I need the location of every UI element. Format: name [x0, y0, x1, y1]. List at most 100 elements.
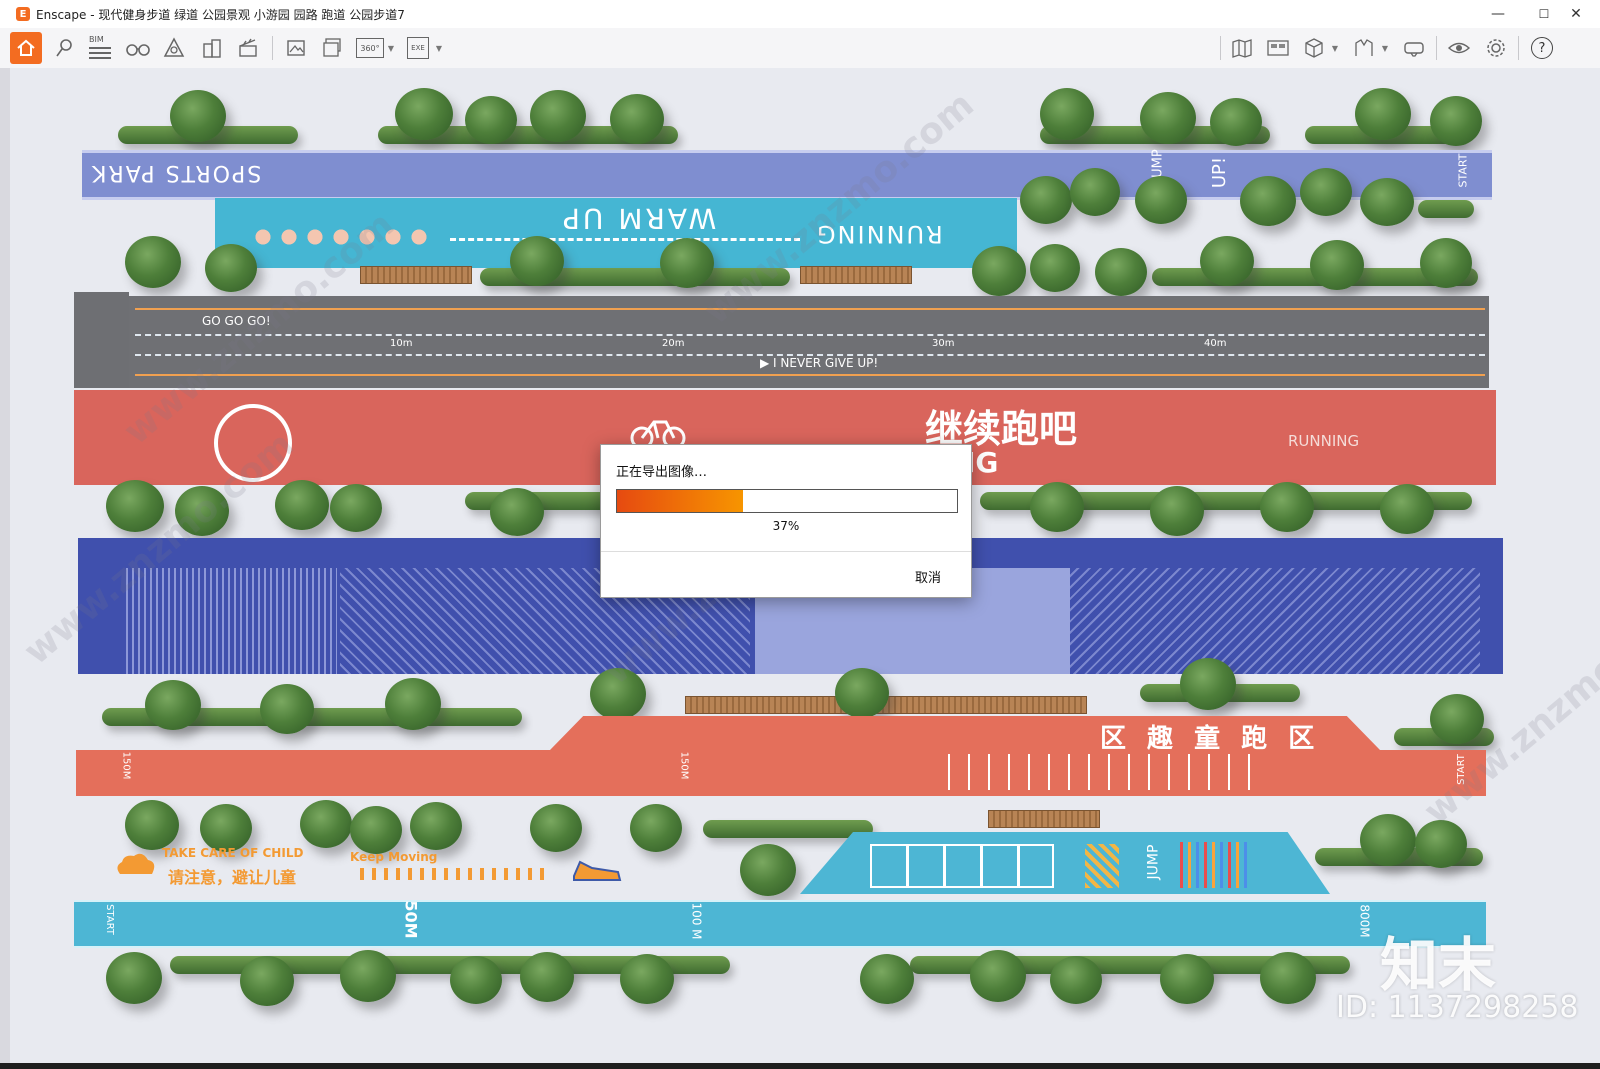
- vr-headset-icon[interactable]: [1398, 32, 1430, 64]
- distance-30m: 30m: [932, 338, 955, 349]
- chevron-down-icon[interactable]: ▼: [1332, 44, 1338, 53]
- material-icon[interactable]: ▼: [1348, 32, 1388, 64]
- tree: [1420, 238, 1472, 288]
- tree: [630, 804, 682, 852]
- tree: [1030, 244, 1080, 292]
- minimize-button[interactable]: —: [1475, 0, 1521, 28]
- lane-line: [135, 334, 1485, 336]
- tree: [1430, 96, 1482, 146]
- tree: [240, 956, 294, 1006]
- bottom-edge-strip: [0, 1063, 1600, 1069]
- chevron-down-icon[interactable]: ▼: [388, 44, 394, 53]
- export-progress-dialog: 正在导出图像… 37% 取消: [600, 444, 972, 598]
- tree: [1095, 248, 1147, 296]
- tree: [1150, 486, 1204, 536]
- keep-moving-text: Keep Moving: [350, 850, 438, 864]
- batch-render-icon[interactable]: [316, 32, 348, 64]
- dialog-message: 正在导出图像…: [616, 465, 708, 480]
- tree: [350, 806, 402, 854]
- tree: [1200, 236, 1254, 286]
- cancel-button[interactable]: 取消: [915, 567, 941, 586]
- tree: [1020, 176, 1072, 224]
- tree: [410, 802, 462, 850]
- bim-icon[interactable]: BIM: [84, 32, 116, 64]
- asphalt-end-block: [74, 292, 129, 388]
- start-text: START: [1456, 153, 1470, 188]
- tree: [1355, 88, 1411, 140]
- bench: [800, 266, 912, 284]
- image-id-text: ID: 1137298258: [1336, 990, 1579, 1025]
- tree: [1160, 954, 1214, 1004]
- tree: [1140, 92, 1196, 144]
- toolbar-separator: [272, 36, 273, 60]
- warm-up-dash-line: [450, 238, 800, 241]
- tree: [1360, 814, 1416, 866]
- tree: [530, 804, 582, 852]
- render-image-icon[interactable]: [280, 32, 312, 64]
- binoculars-icon[interactable]: [122, 32, 154, 64]
- never-give-up-text: ▶ I NEVER GIVE UP!: [760, 356, 879, 370]
- tree: [835, 668, 889, 718]
- tree: [465, 96, 517, 144]
- buildings-icon[interactable]: [196, 32, 228, 64]
- tree: [660, 238, 714, 288]
- tree: [972, 246, 1026, 296]
- toolbar-separator: [1436, 36, 1437, 60]
- tree: [740, 844, 796, 896]
- help-icon[interactable]: ?: [1526, 32, 1558, 64]
- tree: [610, 94, 664, 144]
- orange-running-lane: [76, 750, 1486, 796]
- start-left-text: START: [103, 904, 115, 935]
- tree: [170, 90, 226, 142]
- distance-40m: 40m: [1204, 338, 1227, 349]
- map-icon[interactable]: [1226, 32, 1258, 64]
- settings-icon[interactable]: [1480, 32, 1512, 64]
- home-icon[interactable]: [10, 32, 42, 64]
- main-toolbar: BIM 360° ▼ EXE ▼ ︿ ▼: [0, 28, 1600, 97]
- tree: [330, 484, 382, 532]
- tree: [260, 684, 314, 734]
- hedge: [1418, 200, 1474, 218]
- tree: [1070, 168, 1120, 216]
- warm-up-text: WARM UP: [560, 202, 717, 235]
- cube-icon[interactable]: ▼: [1298, 32, 1338, 64]
- tree: [1260, 482, 1314, 532]
- tree: [1360, 178, 1414, 226]
- sports-park-text: SPORTS PARK: [90, 160, 262, 185]
- close-button[interactable]: ✕: [1554, 0, 1598, 28]
- tree: [106, 952, 162, 1004]
- tree: [395, 88, 453, 140]
- up-text: UP!: [1209, 156, 1231, 189]
- tree: [1210, 98, 1262, 146]
- toolbar-separator: [1518, 36, 1519, 60]
- chevron-down-icon[interactable]: ▼: [436, 44, 442, 53]
- sneaker-icon: [572, 858, 622, 882]
- chevron-down-icon[interactable]: ▼: [1382, 44, 1388, 53]
- tree: [1380, 484, 1434, 534]
- clapperboard-icon[interactable]: [232, 32, 264, 64]
- jump-zone-text: JUMP: [1145, 844, 1162, 880]
- distance-800m: 800M: [1357, 904, 1372, 938]
- tree: [385, 678, 441, 730]
- tree: [1310, 240, 1364, 290]
- cloud-icon: [114, 852, 158, 878]
- rainbow-stripes: [1180, 842, 1250, 888]
- export-exe-icon[interactable]: EXE ▼: [402, 32, 442, 64]
- location-pin-icon[interactable]: [48, 32, 80, 64]
- tree: [200, 804, 252, 852]
- tree: [510, 236, 564, 286]
- title-bar: E Enscape - 现代健身步道 绿道 公园景观 小游园 园路 跑道 公园步…: [0, 0, 1600, 28]
- tree: [1040, 88, 1094, 140]
- eye-icon[interactable]: [1443, 32, 1475, 64]
- bench: [988, 810, 1100, 828]
- render-360-icon[interactable]: 360° ▼: [354, 32, 394, 64]
- asset-library-icon[interactable]: [158, 32, 190, 64]
- hatched-zone: [1070, 568, 1480, 674]
- please-note-text: 请注意，避让儿童: [168, 868, 297, 887]
- dialog-divider: [601, 551, 971, 552]
- lane-line: [135, 308, 1485, 310]
- views-icon[interactable]: [1262, 32, 1294, 64]
- distance-20m: 20m: [662, 338, 685, 349]
- tree: [530, 90, 586, 142]
- distance-10m: 10m: [390, 338, 413, 349]
